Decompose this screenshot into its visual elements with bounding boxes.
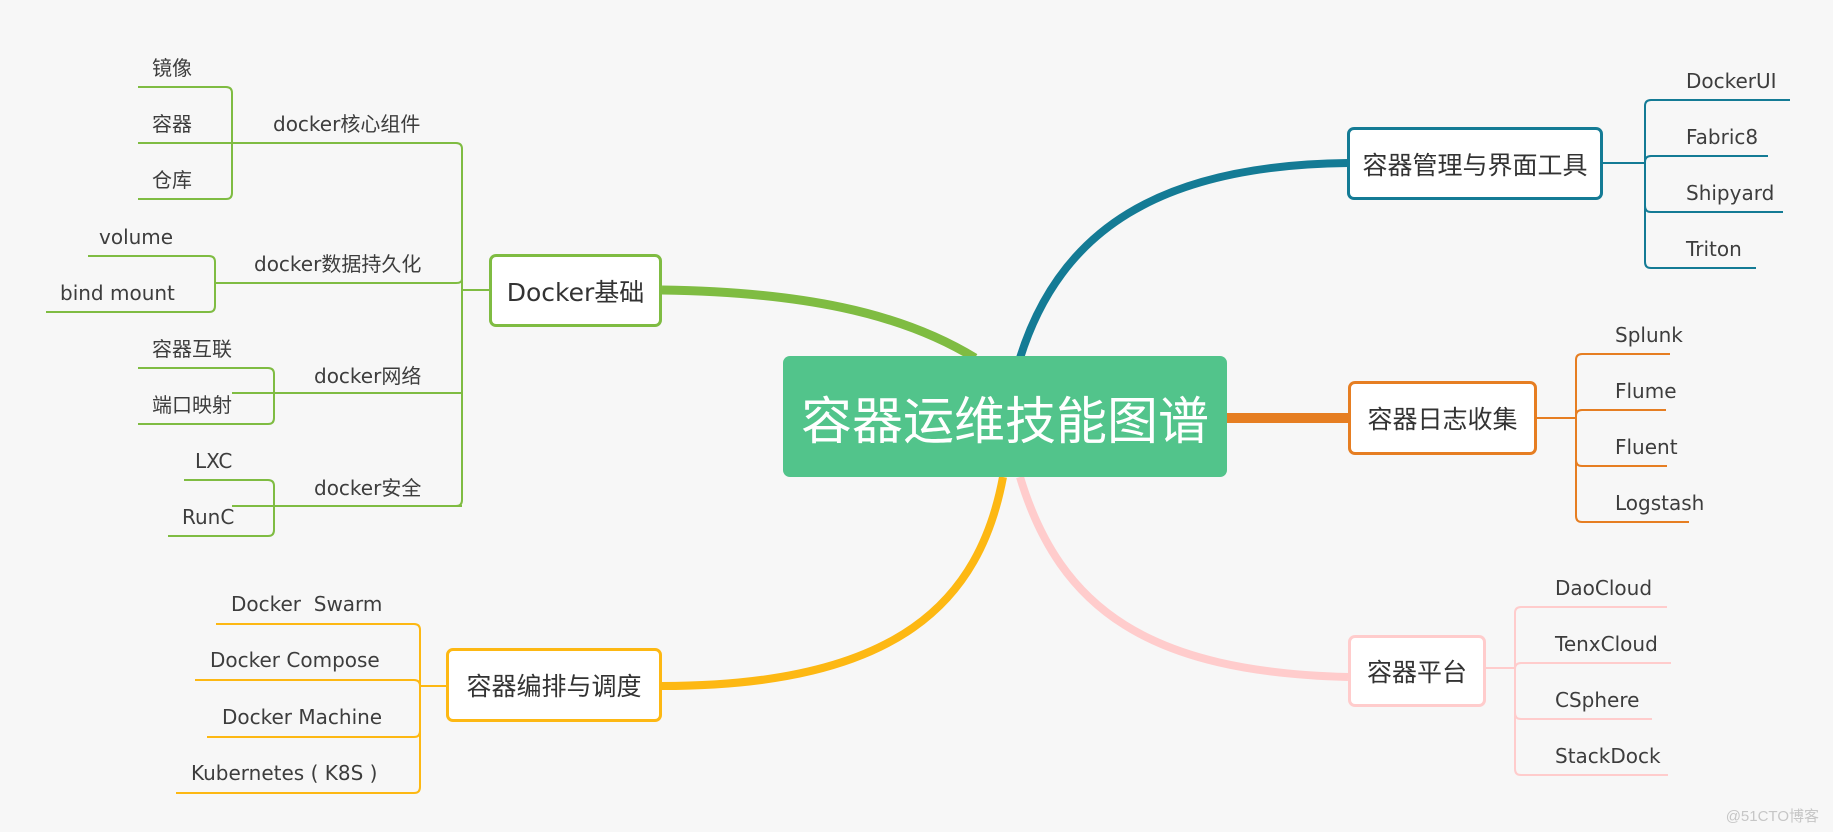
leaf-tenxcloud[interactable]: TenxCloud: [1555, 632, 1658, 656]
leaf-docker-compose[interactable]: Docker Compose: [210, 648, 380, 672]
mindmap-canvas: 容器运维技能图谱 Docker基础 docker核心组件 镜像 容器 仓库 do…: [0, 0, 1833, 832]
group-docker-core[interactable]: docker核心组件: [273, 112, 420, 136]
logging-label: 容器日志收集: [1367, 405, 1518, 434]
connector-root-management: [1016, 159, 1349, 360]
group-docker-persistence[interactable]: docker数据持久化: [254, 252, 421, 276]
leaf-image[interactable]: 镜像: [152, 56, 192, 80]
root-node[interactable]: 容器运维技能图谱: [783, 356, 1227, 477]
leaf-container[interactable]: 容器: [152, 112, 192, 136]
leaf-fluent[interactable]: Fluent: [1615, 435, 1678, 459]
leaf-fabric8[interactable]: Fabric8: [1686, 125, 1758, 149]
leaf-shipyard[interactable]: Shipyard: [1686, 181, 1774, 205]
leaf-flume[interactable]: Flume: [1615, 379, 1677, 403]
leaf-volume[interactable]: volume: [99, 225, 173, 249]
node-orchestration[interactable]: 容器编排与调度: [446, 648, 662, 722]
docker-basics-label: Docker基础: [506, 277, 645, 307]
node-logging[interactable]: 容器日志收集: [1348, 381, 1537, 455]
leaf-docker-swarm[interactable]: Docker Swarm: [231, 592, 382, 616]
group-docker-security[interactable]: docker安全: [314, 476, 421, 500]
leaf-splunk[interactable]: Splunk: [1615, 323, 1683, 347]
leaf-docker-machine[interactable]: Docker Machine: [222, 705, 382, 729]
leaf-registry[interactable]: 仓库: [152, 168, 192, 192]
leaf-triton[interactable]: Triton: [1686, 237, 1742, 261]
leaf-port-mapping[interactable]: 端口映射: [152, 393, 232, 417]
connector-root-docker-basics: [661, 285, 978, 362]
orchestration-label: 容器编排与调度: [466, 672, 642, 701]
leaf-bind-mount[interactable]: bind mount: [60, 281, 175, 305]
watermark: @51CTO博客: [1725, 808, 1819, 825]
docker-basics-tree: [46, 86, 489, 537]
leaf-dockerui[interactable]: DockerUI: [1686, 69, 1777, 93]
leaf-daocloud[interactable]: DaoCloud: [1555, 576, 1652, 600]
leaf-lxc[interactable]: LXC: [195, 449, 232, 473]
leaf-runc[interactable]: RunC: [182, 505, 234, 529]
connector-root-platform: [1016, 475, 1349, 681]
node-platform[interactable]: 容器平台: [1348, 635, 1486, 707]
leaf-csphere[interactable]: CSphere: [1555, 688, 1639, 712]
group-docker-network[interactable]: docker网络: [314, 364, 421, 388]
leaf-logstash[interactable]: Logstash: [1615, 491, 1704, 515]
leaf-kubernetes[interactable]: Kubernetes ( K8S ): [191, 761, 377, 785]
connector-root-orchestration: [661, 476, 1007, 690]
root-title: 容器运维技能图谱: [800, 392, 1209, 452]
node-management[interactable]: 容器管理与界面工具: [1347, 127, 1603, 200]
management-label: 容器管理与界面工具: [1362, 150, 1588, 180]
platform-label: 容器平台: [1366, 658, 1467, 687]
leaf-stackdock[interactable]: StackDock: [1555, 744, 1661, 768]
node-docker-basics[interactable]: Docker基础: [489, 254, 662, 327]
leaf-container-link[interactable]: 容器互联: [152, 337, 232, 361]
